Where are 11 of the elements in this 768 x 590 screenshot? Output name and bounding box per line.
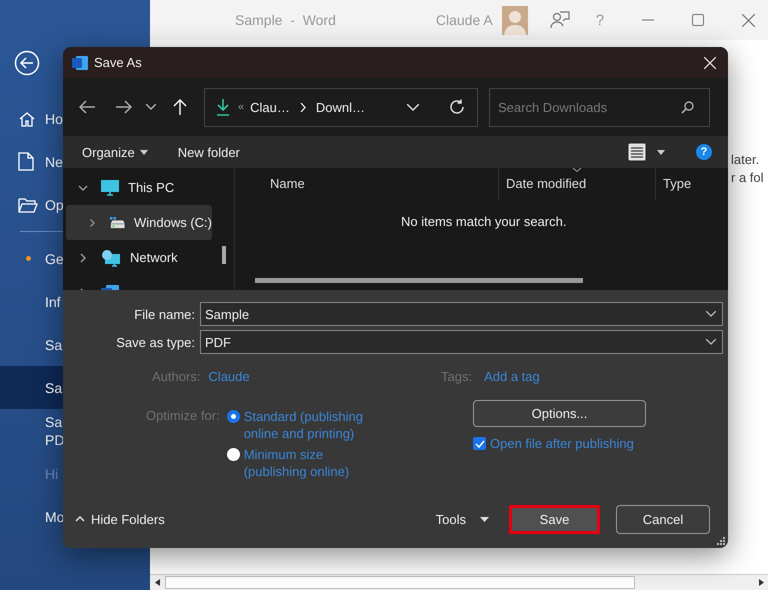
optimize-label: Optimize for: xyxy=(146,408,220,425)
body-text: r a fol xyxy=(731,170,765,185)
dialog-title: Save As xyxy=(94,55,142,70)
empty-message: No items match your search. xyxy=(401,214,568,229)
body-text: later. xyxy=(731,152,760,167)
tags-label: Tags: xyxy=(441,369,472,384)
field-label: Save as type: xyxy=(115,334,195,350)
window-title: Sample - Word xyxy=(235,12,336,28)
authors-label: Authors: xyxy=(152,369,200,384)
field-label: File name: xyxy=(133,306,195,322)
user-name: Claude A xyxy=(436,12,493,28)
